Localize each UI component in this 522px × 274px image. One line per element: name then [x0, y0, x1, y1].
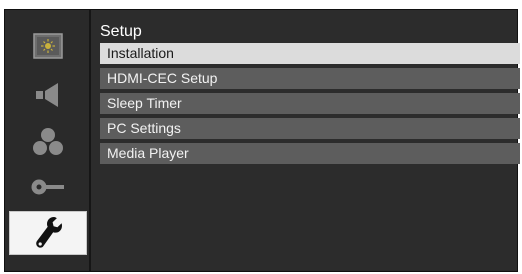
- menu-item-hdmi-cec-setup[interactable]: HDMI-CEC Setup: [100, 68, 520, 89]
- sidebar-item-picture[interactable]: [9, 24, 87, 68]
- wrench-icon: [33, 215, 63, 251]
- sidebar-item-setup[interactable]: [9, 211, 87, 255]
- category-sidebar: [5, 10, 91, 271]
- sidebar-item-color[interactable]: [9, 120, 87, 164]
- menu-item-pc-settings[interactable]: PC Settings: [100, 118, 520, 139]
- menu-item-sleep-timer[interactable]: Sleep Timer: [100, 93, 520, 114]
- menu-item-installation[interactable]: Installation: [100, 43, 520, 64]
- color-circles-icon: [31, 126, 65, 158]
- sidebar-item-sound[interactable]: [9, 73, 87, 117]
- menu-panel: Setup Installation HDMI-CEC Setup Sleep …: [100, 22, 520, 168]
- key-icon: [30, 176, 66, 198]
- menu-item-media-player[interactable]: Media Player: [100, 143, 520, 164]
- tv-menu-screen: Setup Installation HDMI-CEC Setup Sleep …: [4, 9, 520, 272]
- menu-title: Setup: [100, 23, 142, 40]
- speaker-icon: [32, 81, 64, 109]
- setup-menu-list: Installation HDMI-CEC Setup Sleep Timer …: [100, 43, 520, 164]
- sidebar-item-lock[interactable]: [9, 165, 87, 209]
- picture-icon: [33, 33, 63, 59]
